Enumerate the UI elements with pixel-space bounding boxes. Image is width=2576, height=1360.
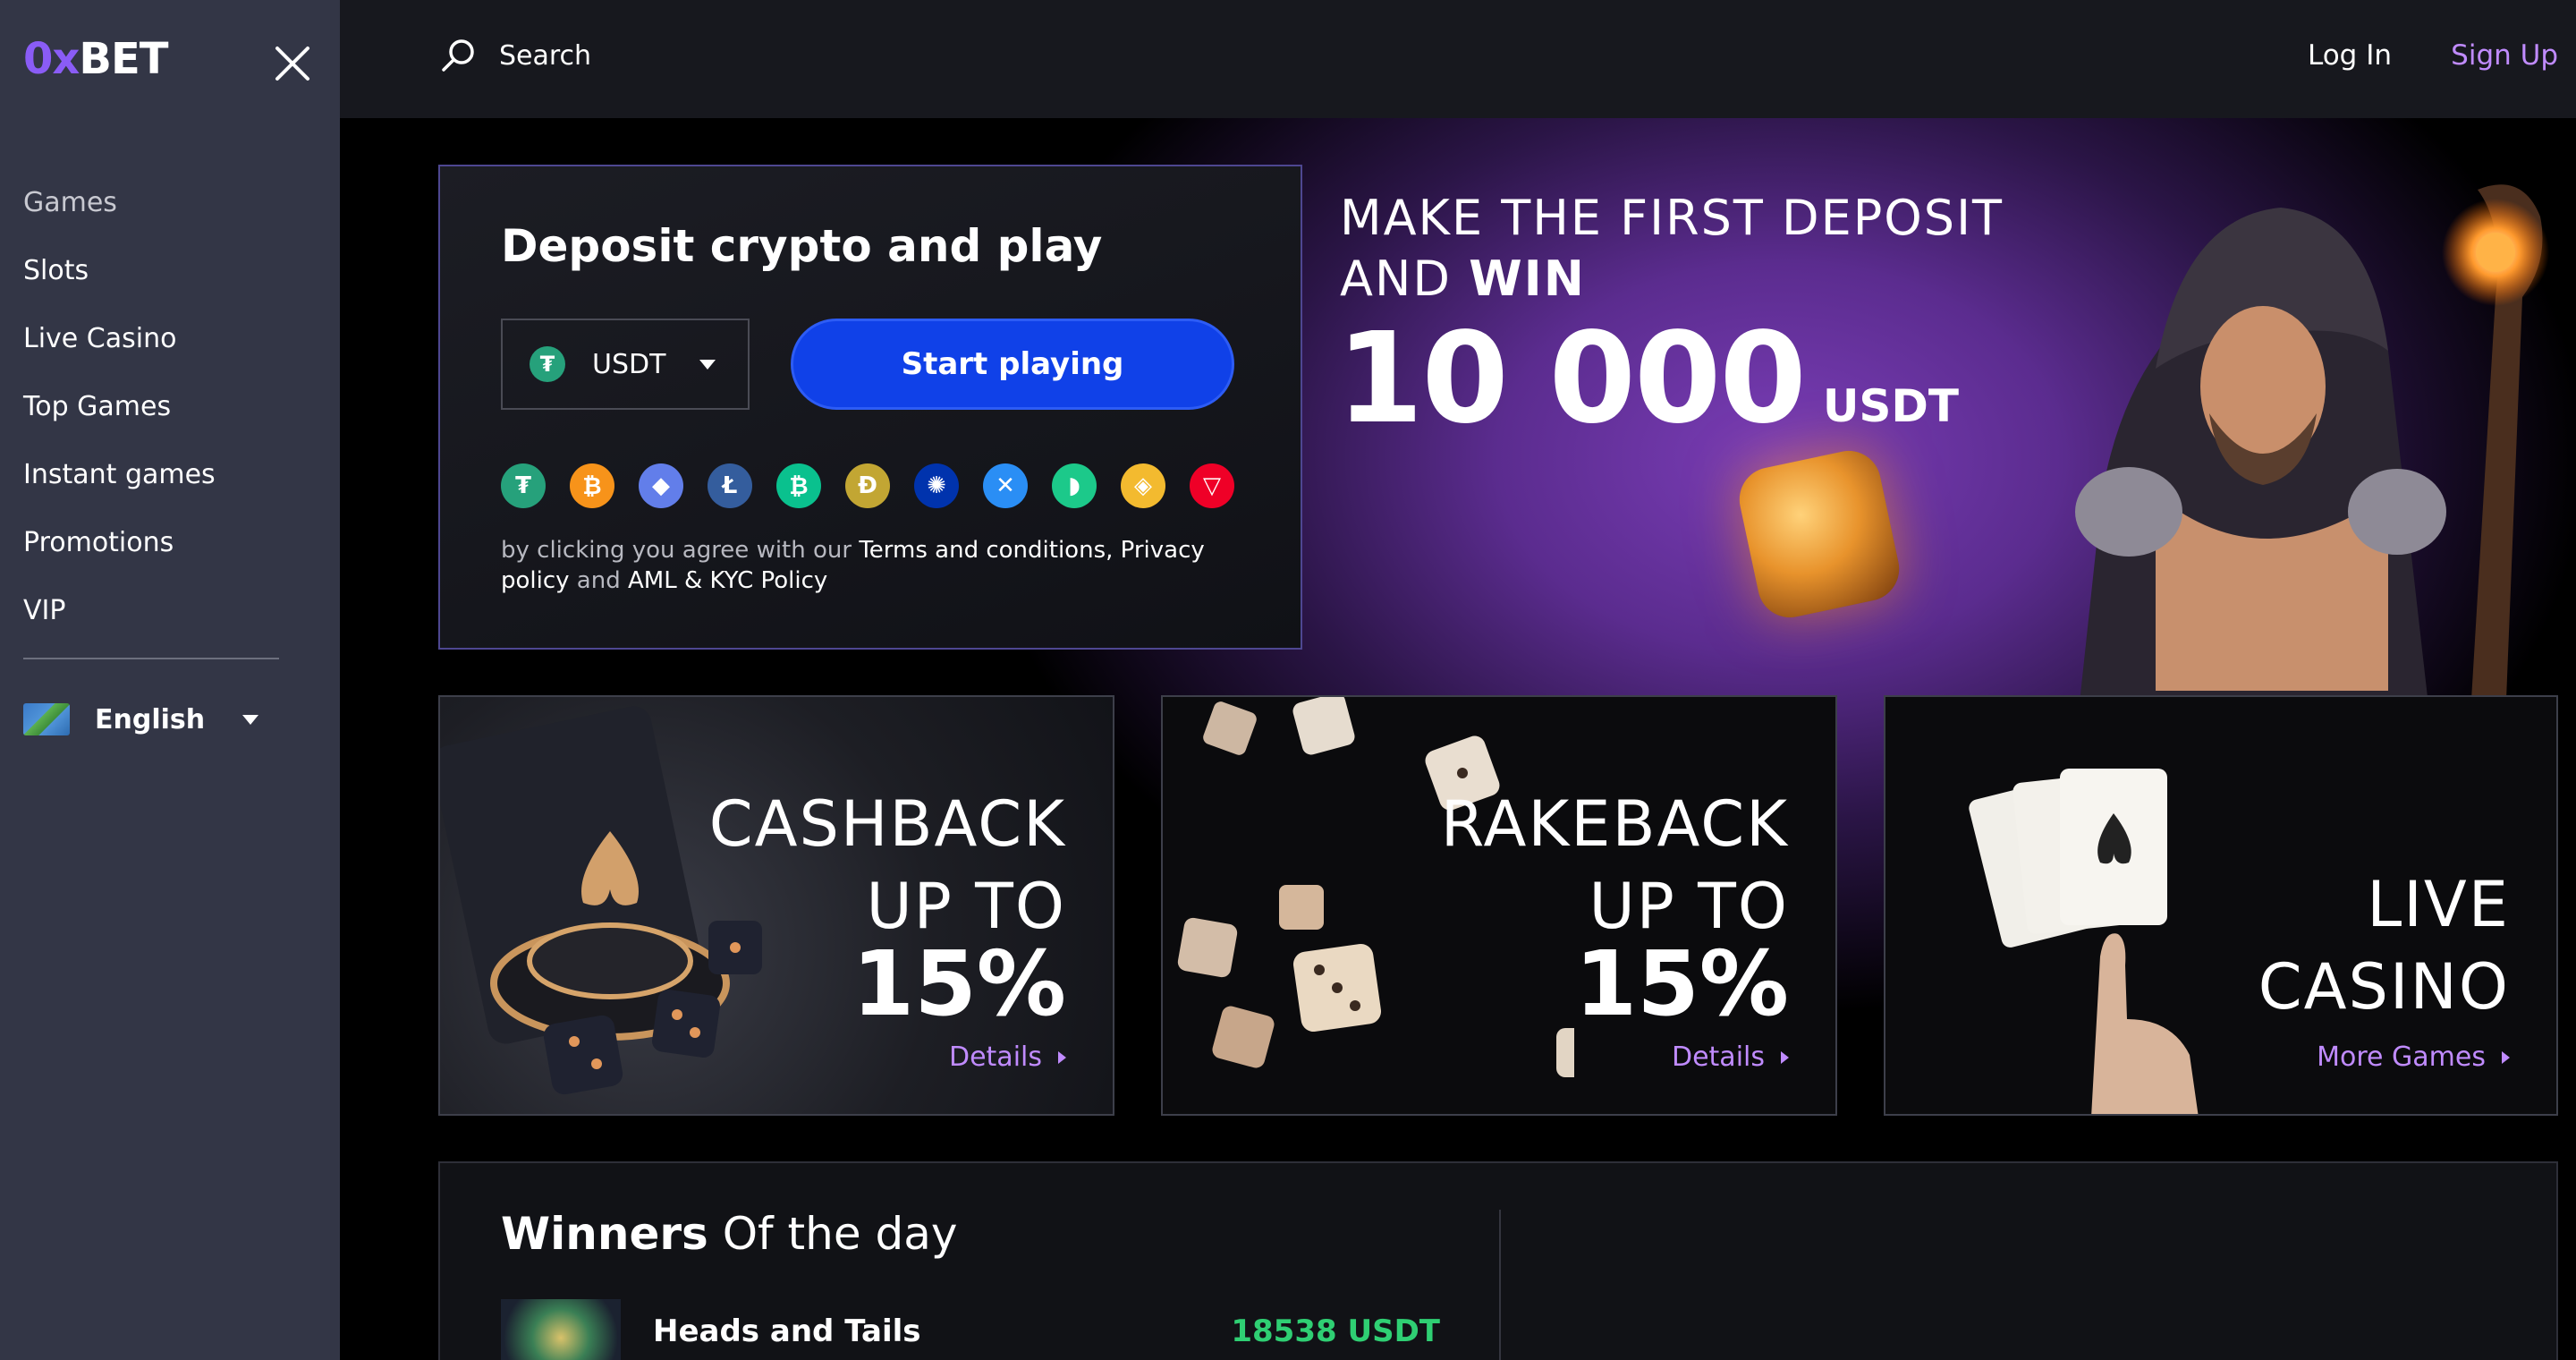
language-label: English (95, 703, 206, 735)
promo-line-1: MAKE THE FIRST DEPOSIT (1340, 190, 2004, 246)
close-sidebar-button[interactable] (268, 39, 317, 88)
deposit-panel: Deposit crypto and play ₮ USDT Start pla… (438, 165, 1302, 650)
rakeback-percent: 15% (1574, 931, 1789, 1036)
sidebar-item-slots[interactable]: Slots (23, 236, 216, 304)
live-casino-title-line-2: CASINO (2258, 950, 2510, 1024)
sidebar-nav: Games Slots Live Casino Top Games Instan… (23, 168, 216, 644)
live-casino-title-line-1: LIVE (2367, 868, 2510, 941)
globe-flag-icon (23, 703, 70, 735)
live-casino-title: LIVE CASINO (2258, 863, 2510, 1028)
main-content: Deposit crypto and play ₮ USDT Start pla… (340, 118, 2576, 1360)
game-thumbnail (501, 1299, 621, 1360)
terms-notice: by clicking you agree with our Terms and… (501, 535, 1234, 596)
cashback-title-line-1: CASHBACK (708, 787, 1066, 861)
rakeback-title: RAKEBACK UP TO (1441, 783, 1789, 948)
cashback-details-link[interactable]: Details (949, 1041, 1066, 1073)
more-games-label: More Games (2317, 1041, 2486, 1073)
currency-label: USDT (592, 348, 666, 380)
hero-character-illustration (2075, 184, 2549, 744)
signup-button[interactable]: Sign Up (2451, 39, 2558, 72)
promo-amount-currency: USDT (1822, 380, 1960, 432)
sidebar-divider (23, 658, 279, 659)
promo-line-2-prefix: AND (1340, 251, 1470, 307)
promo-amount: 10 000 USDT (1336, 306, 1959, 452)
language-selector[interactable]: English (23, 703, 259, 735)
sidebar-item-games[interactable]: Games (23, 168, 216, 236)
winners-panel: Winners Of the day Heads and Tails 18538… (438, 1161, 2558, 1360)
dogecoin-icon: Ð (845, 463, 890, 508)
winners-divider (1499, 1210, 1501, 1360)
chevron-down-icon (242, 714, 259, 725)
cashback-details-label: Details (948, 1041, 1042, 1073)
cardano-icon: ✺ (914, 463, 959, 508)
playing-cards-hand-illustration (1969, 769, 2199, 1114)
sidebar-item-live-casino[interactable]: Live Casino (23, 304, 216, 372)
currency-select[interactable]: ₮ USDT (501, 319, 750, 410)
login-button[interactable]: Log In (2308, 39, 2392, 72)
rakeback-title-line-1: RAKEBACK (1440, 787, 1789, 861)
start-playing-button[interactable]: Start playing (791, 319, 1234, 410)
sidebar-item-instant-games[interactable]: Instant games (23, 440, 216, 508)
logo-zero: 0 (23, 34, 53, 84)
litecoin-icon: Ł (708, 463, 752, 508)
tether-icon: ₮ (501, 463, 546, 508)
winner-amount: 18538 USDT (1231, 1313, 1440, 1349)
rakeback-details-link[interactable]: Details (1672, 1041, 1789, 1073)
terms-prefix: by clicking you agree with our (501, 537, 860, 564)
winner-row[interactable]: Heads and Tails 18538 USDT (501, 1299, 1440, 1360)
live-casino-card[interactable]: LIVE CASINO More Games (1884, 695, 2558, 1116)
search-button[interactable]: Search (436, 34, 591, 77)
bitcoin-icon: ₿ (570, 463, 614, 508)
search-label: Search (499, 39, 592, 72)
tether-icon: ₮ (530, 346, 565, 382)
logo-x: x (52, 34, 80, 84)
tron-icon: ▽ (1190, 463, 1234, 508)
binance-icon: ◈ (1121, 463, 1165, 508)
logo-bet: BET (79, 34, 168, 84)
close-icon (275, 47, 309, 81)
chevron-right-icon (1781, 1050, 1789, 1064)
sidebar-item-top-games[interactable]: Top Games (23, 372, 216, 440)
terms-and: and (569, 567, 628, 594)
rakeback-card[interactable]: RAKEBACK UP TO 15% Details (1161, 695, 1837, 1116)
bitcoin-cash-icon: ₿ (776, 463, 821, 508)
sidebar: 0 x BET Games Slots Live Casino Top Games … (0, 0, 340, 1360)
chevron-down-icon (699, 359, 716, 370)
promo-amount-value: 10 000 (1336, 306, 1807, 452)
logo[interactable]: 0 x BET (23, 34, 169, 84)
promo-headline: MAKE THE FIRST DEPOSIT AND WIN (1340, 188, 2004, 310)
winners-title-rest: Of the day (708, 1208, 958, 1260)
winner-game-name: Heads and Tails (653, 1313, 921, 1349)
cashback-card[interactable]: CASHBACK UP TO 15% Details (438, 695, 1114, 1116)
promo-line-2: AND WIN (1340, 249, 2004, 310)
ripple-icon: ✕ (983, 463, 1028, 508)
deposit-title: Deposit crypto and play (501, 220, 1103, 272)
tron-green-icon: ◗ (1052, 463, 1097, 508)
winners-title-bold: Winners (501, 1208, 708, 1260)
promo-win: WIN (1469, 251, 1586, 307)
cashback-title: CASHBACK UP TO (709, 783, 1066, 948)
more-games-link[interactable]: More Games (2317, 1041, 2510, 1073)
sidebar-item-vip[interactable]: VIP (23, 576, 216, 644)
search-icon (442, 39, 474, 72)
winners-title: Winners Of the day (501, 1208, 957, 1260)
ethereum-icon: ◆ (639, 463, 683, 508)
sidebar-item-promotions[interactable]: Promotions (23, 508, 216, 576)
top-header: Search Log In Sign Up (340, 0, 2576, 118)
aml-kyc-link[interactable]: AML & KYC Policy (628, 567, 827, 594)
rakeback-details-label: Details (1671, 1041, 1765, 1073)
chevron-right-icon (1058, 1050, 1066, 1064)
cashback-percent: 15% (852, 931, 1066, 1036)
crypto-coins-row: ₮ ₿ ◆ Ł ₿ Ð ✺ ✕ ◗ ◈ ▽ (501, 463, 1258, 508)
chevron-right-icon (2502, 1050, 2510, 1064)
